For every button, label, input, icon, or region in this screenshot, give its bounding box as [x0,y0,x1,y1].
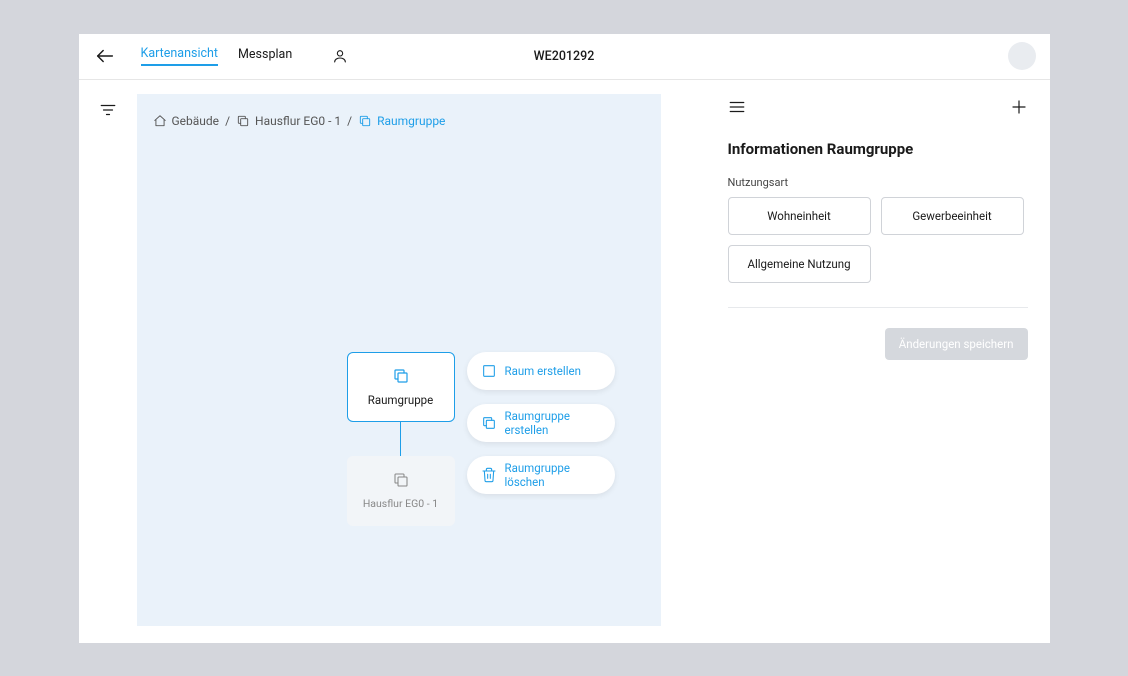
breadcrumb-hallway[interactable]: Hausflur EG0 - 1 [236,114,341,128]
left-rail [79,80,137,643]
option-commercial[interactable]: Gewerbeeinheit [881,197,1024,235]
node-connector [400,422,402,456]
tab-messplan[interactable]: Messplan [238,47,292,65]
panel-divider [728,307,1028,308]
breadcrumb-building[interactable]: Gebäude [153,114,220,128]
app-window: Kartenansicht Messplan WE201292 [79,34,1050,643]
copy-icon [358,114,372,128]
trash-icon [481,467,497,483]
copy-icon [392,367,410,385]
panel-header [728,98,1028,116]
copy-icon [481,415,497,431]
option-general[interactable]: Allgemeine Nutzung [728,245,871,283]
breadcrumb: Gebäude / Hausflur EG0 - 1 / R [153,114,446,128]
node-actions: Raum erstellen Raumgruppe erstellen Raum… [467,352,615,494]
create-group-label: Raumgruppe erstellen [505,409,601,437]
menu-button[interactable] [728,98,746,116]
node-hallway-label: Hausflur EG0 - 1 [363,497,438,510]
breadcrumb-building-label: Gebäude [172,114,220,128]
avatar[interactable] [1008,42,1036,70]
breadcrumb-hallway-label: Hausflur EG0 - 1 [255,114,341,128]
home-icon [153,114,167,128]
top-bar: Kartenansicht Messplan WE201292 [79,34,1050,80]
square-icon [481,363,497,379]
page-id: WE201292 [534,49,595,64]
panel-title: Informationen Raumgruppe [728,140,1028,158]
body: Gebäude / Hausflur EG0 - 1 / R [79,80,1050,643]
node-hallway[interactable]: Hausflur EG0 - 1 [347,456,455,526]
node-room-group-label: Raumgruppe [368,393,433,407]
plus-icon [1010,98,1028,116]
filter-icon [99,101,117,119]
tab-map-view[interactable]: Kartenansicht [141,46,219,66]
delete-group-button[interactable]: Raumgruppe löschen [467,456,615,494]
user-icon[interactable] [332,48,348,64]
menu-icon [728,98,746,116]
canvas[interactable]: Gebäude / Hausflur EG0 - 1 / R [137,94,661,626]
back-button[interactable] [93,44,117,68]
breadcrumb-separator: / [347,114,352,128]
view-tabs: Kartenansicht Messplan [141,46,349,66]
usage-options: Wohneinheit Gewerbeeinheit Allgemeine Nu… [728,197,1028,283]
save-button[interactable]: Änderungen speichern [885,328,1028,360]
create-room-button[interactable]: Raum erstellen [467,352,615,390]
delete-group-label: Raumgruppe löschen [505,461,601,489]
canvas-wrap: Gebäude / Hausflur EG0 - 1 / R [137,80,710,643]
usage-type-label: Nutzungsart [728,176,1028,189]
info-panel: Informationen Raumgruppe Nutzungsart Woh… [710,80,1050,643]
breadcrumb-room-group[interactable]: Raumgruppe [358,114,445,128]
create-group-button[interactable]: Raumgruppe erstellen [467,404,615,442]
arrow-left-icon [94,45,116,67]
copy-icon [392,471,410,489]
breadcrumb-room-group-label: Raumgruppe [377,114,445,128]
add-button[interactable] [1010,98,1028,116]
filter-button[interactable] [96,98,120,122]
copy-icon [236,114,250,128]
node-room-group[interactable]: Raumgruppe [347,352,455,422]
breadcrumb-separator: / [225,114,230,128]
create-room-label: Raum erstellen [505,364,581,378]
option-residential[interactable]: Wohneinheit [728,197,871,235]
